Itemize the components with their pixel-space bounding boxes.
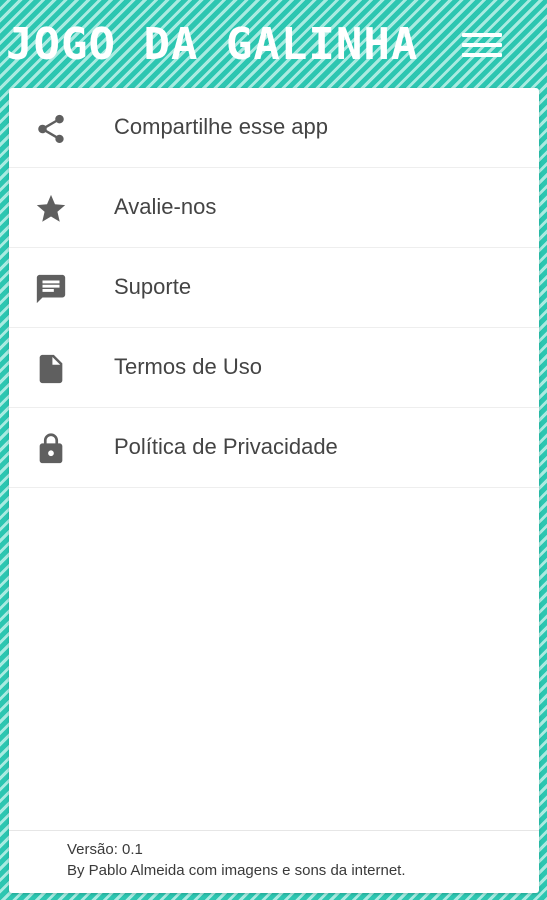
chat-icon xyxy=(34,272,68,306)
menu-item-label: Avalie-nos xyxy=(114,194,217,219)
version-text: Versão: 0.1 xyxy=(67,841,143,858)
hamburger-menu-icon-bar xyxy=(462,33,502,37)
lock-icon xyxy=(34,432,68,466)
menu-panel: Compartilhe esse app Avalie-nos Suporte … xyxy=(9,88,539,893)
menu-item-support[interactable]: Suporte xyxy=(9,248,539,328)
hamburger-menu-button[interactable] xyxy=(455,22,509,68)
app-title: JOGO DA GALINHA xyxy=(6,19,419,70)
footer: Versão: 0.1 By Pablo Almeida com imagens… xyxy=(9,830,539,893)
menu-list: Compartilhe esse app Avalie-nos Suporte … xyxy=(9,88,539,488)
menu-item-privacy[interactable]: Política de Privacidade xyxy=(9,408,539,488)
credits-text: By Pablo Almeida com imagens e sons da i… xyxy=(67,862,406,879)
menu-item-terms[interactable]: Termos de Uso xyxy=(9,328,539,408)
hamburger-menu-icon-bar xyxy=(462,43,502,47)
menu-item-label: Termos de Uso xyxy=(114,354,262,379)
document-icon xyxy=(34,352,68,386)
menu-item-label: Política de Privacidade xyxy=(114,434,338,459)
menu-item-rate[interactable]: Avalie-nos xyxy=(9,168,539,248)
hamburger-menu-icon-bar xyxy=(462,53,502,57)
star-icon xyxy=(34,192,68,226)
menu-item-label: Suporte xyxy=(114,274,192,299)
share-icon xyxy=(34,112,68,146)
menu-item-label: Compartilhe esse app xyxy=(114,114,329,139)
menu-item-share[interactable]: Compartilhe esse app xyxy=(9,88,539,168)
